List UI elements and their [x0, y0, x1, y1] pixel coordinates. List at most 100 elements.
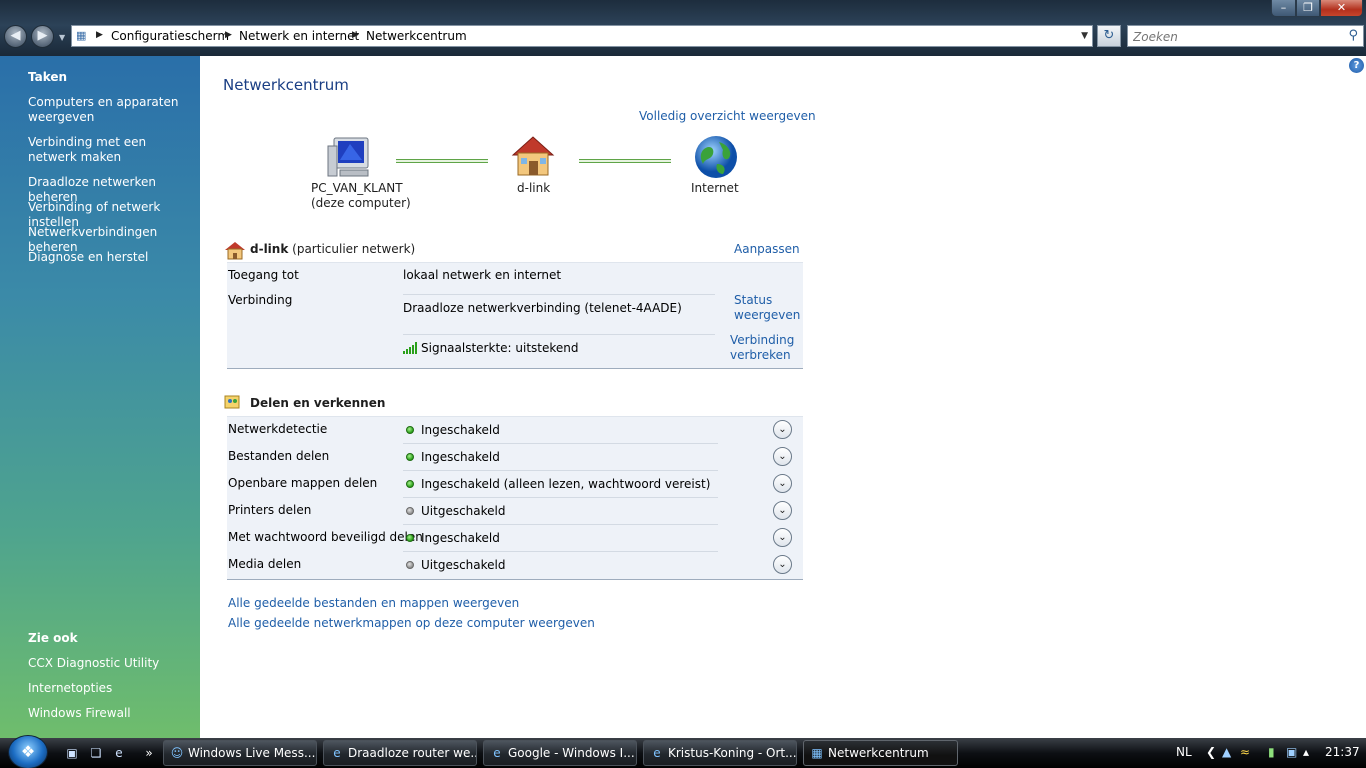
back-button[interactable]: ◀: [4, 25, 27, 48]
view-status-link-line1[interactable]: Status: [734, 293, 800, 307]
tray-expand-icon[interactable]: ❮: [1206, 745, 1216, 759]
volume-tray-icon[interactable]: ▴: [1303, 745, 1309, 759]
connection-label: Verbinding: [228, 293, 293, 307]
breadcrumb-network-center[interactable]: Netwerkcentrum: [366, 29, 467, 43]
view-full-map-link[interactable]: Volledig overzicht weergeven: [639, 109, 816, 123]
close-button[interactable]: ✕: [1320, 0, 1363, 17]
network-name-heading: d-link (particulier netwerk): [250, 242, 415, 256]
restore-button[interactable]: ❐: [1296, 0, 1320, 17]
customize-link[interactable]: Aanpassen: [734, 242, 800, 256]
sharing-row-status: Uitgeschakeld: [421, 504, 506, 518]
sharing-row-status: Ingeschakeld (alleen lezen, wachtwoord v…: [421, 477, 711, 491]
taskbar-button[interactable]: e Google - Windows I...: [483, 740, 637, 766]
sharing-row-label: Bestanden delen: [228, 449, 330, 463]
network-type: (particulier netwerk): [292, 242, 416, 256]
battery-tray-icon[interactable]: ▮: [1268, 745, 1275, 759]
connection-line: [396, 159, 488, 163]
expand-chevron-icon[interactable]: ⌄: [773, 420, 792, 439]
task-diagnose-repair[interactable]: Diagnose en herstel: [28, 250, 196, 265]
status-on-icon: [406, 534, 414, 542]
internet-label: Internet: [691, 181, 739, 195]
address-dropdown-icon[interactable]: ▼: [1081, 31, 1088, 41]
show-desktop-icon[interactable]: ▣: [64, 745, 80, 761]
access-label: Toegang tot: [228, 268, 299, 282]
search-input[interactable]: [1133, 28, 1333, 46]
task-view-computers-devices[interactable]: Computers en apparaten weergeven: [28, 95, 196, 125]
help-icon[interactable]: ?: [1349, 58, 1364, 73]
status-on-icon: [406, 480, 414, 488]
disconnect-link-line1[interactable]: Verbinding: [730, 333, 794, 347]
disconnect-link-line2[interactable]: verbreken: [730, 348, 794, 362]
quicklaunch-more-icon[interactable]: »: [141, 745, 157, 761]
taskbar-button-label: Netwerkcentrum: [828, 746, 929, 760]
view-shared-files-link[interactable]: Alle gedeelde bestanden en mappen weerge…: [228, 596, 519, 610]
search-icon[interactable]: ⚲: [1348, 28, 1358, 43]
computer-icon: [327, 137, 369, 177]
expand-chevron-icon[interactable]: ⌄: [773, 447, 792, 466]
see-also-firewall[interactable]: Windows Firewall: [28, 706, 196, 721]
minimize-button[interactable]: –: [1271, 0, 1296, 17]
expand-chevron-icon[interactable]: ⌄: [773, 474, 792, 493]
view-status-link-line2[interactable]: weergeven: [734, 308, 800, 322]
expand-chevron-icon[interactable]: ⌄: [773, 501, 792, 520]
connection-line: [579, 159, 671, 163]
network-map-name: d-link: [517, 181, 551, 195]
refresh-button[interactable]: ↻: [1097, 25, 1121, 47]
row-divider: [403, 524, 718, 525]
expand-chevron-icon[interactable]: ⌄: [773, 528, 792, 547]
sharing-row-label: Met wachtwoord beveiligd delen: [228, 530, 423, 544]
taskbar-button-label: Google - Windows I...: [508, 746, 635, 760]
taskbar-button[interactable]: ▦ Netwerkcentrum: [803, 740, 958, 766]
network-tray-icon[interactable]: ▲: [1222, 745, 1231, 759]
status-off-icon: [406, 507, 414, 515]
ie-quicklaunch-icon[interactable]: e: [111, 745, 127, 761]
disconnect-link[interactable]: Verbinding verbreken: [730, 333, 794, 362]
wireless-tray-icon[interactable]: ≈: [1240, 745, 1250, 759]
row-divider: [403, 334, 715, 335]
clock[interactable]: 21:37: [1325, 745, 1360, 759]
sharing-row-label: Media delen: [228, 557, 302, 571]
taskbar-button[interactable]: e Kristus-Koning - Ort...: [643, 740, 797, 766]
row-divider: [403, 551, 718, 552]
taskbar-button[interactable]: ☺ Windows Live Mess...: [163, 740, 317, 766]
sharing-heading: Delen en verkennen: [250, 396, 386, 410]
sharing-row-label: Openbare mappen delen: [228, 476, 378, 490]
sharing-panel: [227, 416, 803, 580]
taskbar-button[interactable]: e Draadloze router we...: [323, 740, 477, 766]
sharing-row-status: Ingeschakeld: [421, 423, 500, 437]
breadcrumb-control-panel[interactable]: Configuratiescherm: [111, 29, 229, 43]
status-on-icon: [406, 453, 414, 461]
signal-strength-text: Signaalsterkte: uitstekend: [421, 341, 579, 355]
search-box[interactable]: ⚲: [1127, 25, 1364, 47]
connection-tray-icon[interactable]: ▣: [1286, 745, 1297, 759]
switch-windows-icon[interactable]: ❏: [88, 745, 104, 761]
sharing-row-status: Uitgeschakeld: [421, 558, 506, 572]
ie-icon: e: [333, 746, 341, 760]
see-also-internet-options[interactable]: Internetopties: [28, 681, 196, 696]
breadcrumb-separator-icon[interactable]: ▶: [352, 30, 359, 40]
start-button[interactable]: ❖: [8, 735, 48, 768]
taskbar-button-label: Draadloze router we...: [348, 746, 477, 760]
address-bar[interactable]: ▦ ▶ Configuratiescherm ▶ Netwerk en inte…: [71, 25, 1093, 47]
view-shared-network-folders-link[interactable]: Alle gedeelde netwerkmappen op deze comp…: [228, 616, 595, 630]
access-value: lokaal netwerk en internet: [403, 268, 562, 282]
home-network-icon: [511, 136, 555, 176]
see-also-ccx[interactable]: CCX Diagnostic Utility: [28, 656, 196, 671]
row-divider: [403, 497, 718, 498]
home-network-small-icon: [225, 242, 245, 260]
breadcrumb-network-internet[interactable]: Netwerk en internet: [239, 29, 359, 43]
row-divider: [403, 294, 715, 295]
language-indicator[interactable]: NL: [1176, 745, 1192, 759]
breadcrumb-separator-icon[interactable]: ▶: [225, 30, 232, 40]
expand-chevron-icon[interactable]: ⌄: [773, 555, 792, 574]
view-status-link[interactable]: Status weergeven: [734, 293, 800, 322]
taskbar-button-label: Kristus-Koning - Ort...: [668, 746, 797, 760]
ie-icon: e: [653, 746, 661, 760]
forward-button[interactable]: ▶: [31, 25, 54, 48]
sharing-row-status: Ingeschakeld: [421, 531, 500, 545]
breadcrumb-separator-icon[interactable]: ▶: [96, 30, 103, 40]
recent-pages-dropdown-icon[interactable]: ▼: [59, 33, 65, 42]
network-center-icon: ▦: [811, 746, 823, 760]
internet-globe-icon: [695, 136, 737, 178]
task-connect-network[interactable]: Verbinding met een netwerk maken: [28, 135, 196, 165]
